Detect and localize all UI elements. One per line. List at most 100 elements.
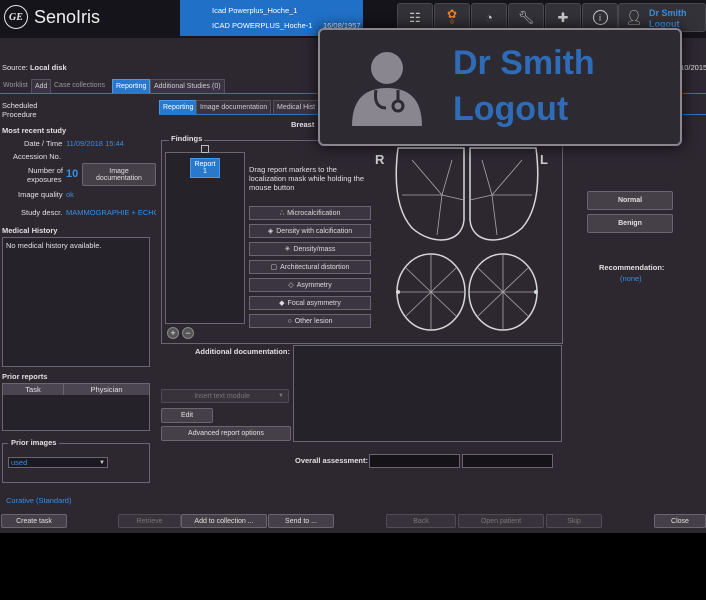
marker-label: Focal asymmetry [287,299,341,307]
col-physician[interactable]: Physician [64,384,149,395]
prior-reports-table[interactable]: Task Physician [2,383,150,431]
edit-button[interactable]: Edit [161,408,213,423]
zoom-user-name: Dr Smith [453,44,595,82]
report-checkbox[interactable] [201,145,209,153]
user-logout-zoom-callout[interactable]: Dr Smith Logout [318,28,682,146]
overall-assessment-label: Overall assessment: [295,456,368,465]
normal-button[interactable]: Normal [587,191,673,210]
send-to-button[interactable]: Send to ... [268,514,334,528]
breast-localization-mask[interactable] [392,140,542,340]
marker-label: Density with calcification [276,227,353,235]
user-name: Dr Smith [649,8,687,18]
procedure-label: Procedure [2,110,37,119]
marker-density-calcification[interactable]: ◈ Density with calcification [249,224,371,238]
marker-label: Other lesion [294,317,333,325]
users-icon: ✿ [446,7,458,21]
marker-focal-asymmetry[interactable]: ◆ Focal asymmetry [249,296,371,310]
tab-reporting[interactable]: Reporting [112,79,151,94]
add-report-button[interactable]: + [167,327,179,339]
overall-assessment-field-2[interactable] [462,454,553,468]
chevron-down-icon: ▼ [99,459,105,466]
report-number: 1 [203,168,207,175]
image-quality-label: Image quality [18,190,63,199]
breast-title: Breast [291,120,315,129]
marker-microcalcification[interactable]: ∴ Microcalcification [249,206,371,220]
density-calcification-icon: ◈ [267,228,274,235]
back-button[interactable]: Back [386,514,456,528]
marker-label: Density/mass [293,245,336,253]
remove-report-button[interactable]: − [182,327,194,339]
zoom-logout-label[interactable]: Logout [453,90,568,129]
skip-button[interactable]: Skip [546,514,602,528]
source-row: Source: Local disk [2,63,67,72]
prior-images-title: Prior images [8,438,60,447]
prior-images-select[interactable]: used ▼ [8,457,108,468]
date-time-value: 11/09/2018 15:44 [66,139,124,148]
marker-architectural-distortion[interactable]: ▢ Architectural distortion [249,260,371,274]
prior-reports-header: Task Physician [3,384,149,395]
architectural-distortion-icon: ▢ [270,264,278,271]
report-label: Report [194,161,216,168]
patient-name-line1: Icad Powerplus_Hoche_1 [212,6,298,15]
image-quality-value: ok [66,190,74,199]
tab-additional-studies[interactable]: Additional Studies (0) [150,79,225,94]
subtab-reporting[interactable]: Reporting [159,100,198,115]
additional-doc-label: Additional documentation: [195,347,290,356]
chevron-down-icon: ▼ [278,393,284,399]
image-doc-label-2: documentation [96,174,142,182]
subtab-image-documentation[interactable]: Image documentation [196,100,272,115]
benign-button[interactable]: Benign [587,214,673,233]
medical-history-title: Medical History [2,226,58,235]
medical-history-text: No medical history available. [6,241,102,250]
info-icon: i [592,10,608,25]
create-task-button[interactable]: Create task [1,514,67,528]
additional-doc-textarea[interactable] [293,345,562,442]
tab-case-collections[interactable]: Case collections [51,79,108,92]
prior-images-select-value: used [11,458,28,467]
study-date-right: /10/2015 [678,63,706,72]
most-recent-study-title: Most recent study [2,126,67,135]
recommendation-value: (none) [620,274,642,283]
marker-label: Asymmetry [296,281,332,289]
marker-density-mass[interactable]: ✳ Density/mass [249,242,371,256]
report-1-item[interactable]: Report 1 [190,158,220,178]
asymmetry-icon: ◇ [288,282,294,289]
add-to-collection-button[interactable]: Add to collection ... [181,514,267,528]
insert-text-module-select[interactable]: Insert text module ▼ [161,389,289,403]
medical-history-box[interactable]: No medical history available. [2,237,150,367]
scheduled-label: Scheduled [2,101,38,110]
tab-worklist[interactable]: Worklist [0,79,31,92]
bottom-black-area [0,533,706,600]
tab-add[interactable]: Add [31,79,52,94]
marker-other-lesion[interactable]: ○ Other lesion [249,314,371,328]
curative-link[interactable]: Curative (Standard) [6,496,71,505]
retrieve-button[interactable]: Retrieve [118,514,181,528]
microcalcification-icon: ∴ [279,210,285,217]
other-lesion-icon: ○ [287,317,292,325]
source-label: Source: [2,63,28,72]
study-desc-value: MAMMOGRAPHIE + ECHO [66,208,156,217]
exposures-label-2: exposures [27,175,62,184]
recommendation-label: Recommendation: [599,263,665,272]
overall-assessment-field-1[interactable] [369,454,460,468]
col-task[interactable]: Task [3,384,64,395]
marker-asymmetry[interactable]: ◇ Asymmetry [249,278,371,292]
findings-instructions: Drag report markers to the localization … [249,165,365,192]
marker-label: Architectural distortion [280,263,350,271]
advanced-report-options-button[interactable]: Advanced report options [161,426,291,441]
date-time-label: Date / Time [24,139,63,148]
focal-asymmetry-icon: ◆ [279,300,285,307]
open-patient-button[interactable]: Open patient [458,514,544,528]
puzzle-icon: ✚ [557,9,569,25]
right-side-label: R [375,152,385,167]
image-documentation-button[interactable]: Image documentation [82,163,156,186]
study-desc-label: Study descr. [21,208,63,217]
prior-reports-title: Prior reports [2,372,48,381]
density-mass-icon: ✳ [284,246,291,253]
plus-icon: + [170,328,176,338]
close-button[interactable]: Close [654,514,706,528]
source-value: Local disk [29,63,67,72]
patient-list-icon: ☷ [409,9,421,25]
findings-title: Findings [169,134,205,143]
minus-icon: − [185,328,191,338]
